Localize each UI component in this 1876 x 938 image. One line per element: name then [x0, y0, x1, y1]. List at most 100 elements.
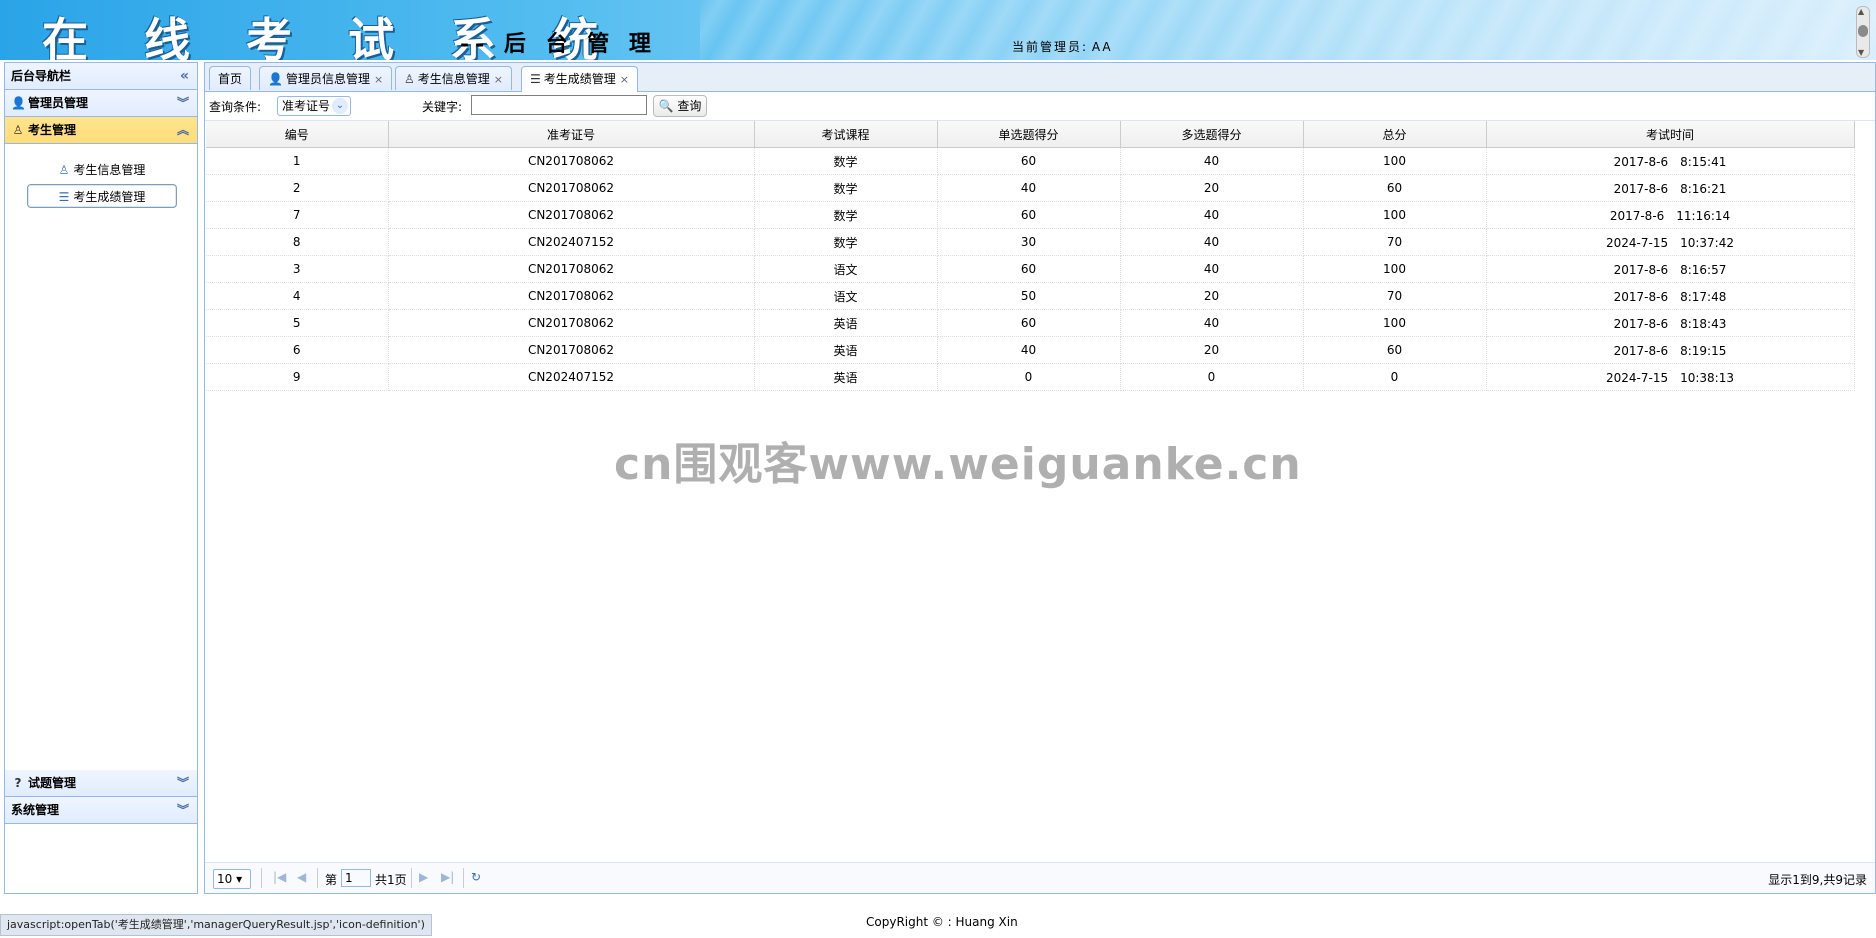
copyright-text: CopyRight © : Huang Xin — [866, 915, 1018, 929]
keyword-input[interactable] — [471, 95, 647, 115]
table-cell: 0 — [1120, 363, 1304, 391]
table-cell: 20 — [1120, 174, 1304, 202]
scores-table: 编号 准考证号 考试课程 单选题得分 多选题得分 总分 考试时间 1 CN2017… — [206, 121, 1855, 391]
user-icon: 👤 — [268, 72, 283, 86]
column-header-total[interactable]: 总分 — [1303, 121, 1487, 148]
banner-decoration — [700, 0, 1876, 60]
table-cell: 100 — [1303, 201, 1487, 229]
table-cell: CN201708062 — [388, 336, 755, 364]
table-cell: 6 — [206, 336, 389, 364]
table-cell: 数学 — [754, 174, 938, 202]
table-cell: 70 — [1303, 282, 1487, 310]
column-header-ticket[interactable]: 准考证号 — [388, 121, 755, 148]
table-row[interactable]: 4 CN201708062 语文 50 20 70 2017-8-6 8:17:48 — [206, 282, 1855, 310]
prev-page-icon[interactable]: ◀ — [297, 870, 306, 884]
query-condition-label: 查询条件: — [209, 100, 262, 114]
table-row[interactable]: 1 CN201708062 数学 60 40 100 2017-8-6 8:15:41 — [206, 147, 1855, 175]
table-cell: 英语 — [754, 309, 938, 337]
scroll-up-icon[interactable]: ▲ — [1858, 7, 1864, 16]
last-page-icon[interactable]: ▶| — [441, 870, 454, 884]
table-row[interactable]: 9 CN202407152 英语 0 0 0 2024-7-15 10:38:13 — [206, 363, 1855, 391]
sidebar-title: 后台导航栏 — [11, 69, 72, 83]
tab-student-scores[interactable]: ☰ 考生成绩管理 × — [521, 66, 638, 92]
page-number-input[interactable]: 1 — [341, 869, 371, 887]
pager-divider — [463, 868, 464, 888]
query-field-select[interactable]: 准考证号 ⌄ — [277, 96, 351, 116]
next-page-icon[interactable]: ▶ — [419, 870, 428, 884]
table-row[interactable]: 2 CN201708062 数学 40 20 60 2017-8-6 8:16:21 — [206, 174, 1855, 202]
chevron-down-icon[interactable]: ︾ — [177, 90, 189, 116]
refresh-icon[interactable]: ↻ — [471, 870, 481, 884]
table-cell: CN201708062 — [388, 201, 755, 229]
tab-label: 考生信息管理 — [417, 72, 490, 86]
table-row[interactable]: 5 CN201708062 英语 60 40 100 2017-8-6 8:18:43 — [206, 309, 1855, 337]
sidebar-header: 后台导航栏 « — [5, 63, 197, 90]
table-cell: 5 — [206, 309, 389, 337]
scroll-down-icon[interactable]: ▼ — [1858, 48, 1864, 57]
table-cell: 40 — [1120, 201, 1304, 229]
nav-section-label: 试题管理 — [28, 776, 77, 790]
table-row[interactable]: 7 CN201708062 数学 60 40 100 2017-8-6 11:16:14 — [206, 201, 1855, 229]
nav-section-system[interactable]: 系统管理 ︾ — [5, 797, 197, 824]
page-prefix: 第 — [325, 873, 338, 887]
pager-divider — [261, 868, 262, 888]
table-cell: 70 — [1303, 228, 1487, 256]
column-header-single[interactable]: 单选题得分 — [937, 121, 1121, 148]
table-cell: 2017-8-6 8:16:21 — [1486, 174, 1855, 202]
table-cell: 2024-7-15 10:38:13 — [1486, 363, 1855, 391]
column-header-course[interactable]: 考试课程 — [754, 121, 938, 148]
table-cell: CN201708062 — [388, 174, 755, 202]
chevron-down-icon[interactable]: ︾ — [177, 797, 189, 823]
chevron-up-icon[interactable]: ︽ — [177, 117, 189, 143]
help-icon: ? — [14, 776, 22, 790]
nav-section-students[interactable]: ♙ 考生管理 ︽ — [5, 117, 197, 144]
table-cell: 英语 — [754, 336, 938, 364]
nav-item-student-scores[interactable]: ☰ 考生成绩管理 — [27, 184, 177, 208]
table-cell: 2 — [206, 174, 389, 202]
nav-section-label: 系统管理 — [11, 803, 60, 817]
collapse-left-icon[interactable]: « — [180, 63, 189, 89]
table-row[interactable]: 6 CN201708062 英语 40 20 60 2017-8-6 8:19:15 — [206, 336, 1855, 364]
table-cell: 100 — [1303, 255, 1487, 283]
nav-section-admin[interactable]: 👤 管理员管理 ︾ — [5, 90, 197, 117]
table-cell: CN201708062 — [388, 282, 755, 310]
chevron-down-icon[interactable]: ⌄ — [332, 98, 348, 114]
column-header-id[interactable]: 编号 — [206, 121, 389, 148]
watermark: cn围观客www.weiguanke.cn — [614, 439, 1302, 490]
table-cell: 4 — [206, 282, 389, 310]
table-cell: 2017-8-6 8:18:43 — [1486, 309, 1855, 337]
column-header-multi[interactable]: 多选题得分 — [1120, 121, 1304, 148]
close-icon[interactable]: × — [494, 73, 503, 86]
definition-icon: ☰ — [58, 190, 70, 204]
tab-label: 首页 — [218, 72, 243, 86]
table-cell: 20 — [1120, 336, 1304, 364]
table-cell: 数学 — [754, 228, 938, 256]
nav-item-student-info[interactable]: ♙ 考生信息管理 — [27, 158, 177, 182]
nav-section-questions[interactable]: ? 试题管理 ︾ — [5, 770, 197, 797]
banner-scrollbar[interactable]: ▲ ▼ — [1856, 6, 1870, 58]
tab-home[interactable]: 首页 — [209, 66, 252, 90]
page-size-select[interactable]: 10 ▾ — [213, 869, 251, 889]
close-icon[interactable]: × — [374, 73, 383, 86]
column-header-time[interactable]: 考试时间 — [1486, 121, 1855, 148]
table-cell: 2017-8-6 11:16:14 — [1486, 201, 1855, 229]
students-icon: ♙ — [12, 123, 24, 137]
scroll-thumb[interactable] — [1858, 25, 1868, 37]
chevron-down-icon[interactable]: ︾ — [177, 770, 189, 796]
table-cell: 语文 — [754, 255, 938, 283]
tab-admin-info[interactable]: 👤 管理员信息管理 × — [259, 66, 393, 90]
first-page-icon[interactable]: |◀ — [273, 870, 286, 884]
current-admin-name: AA — [1091, 40, 1113, 54]
table-cell: 2017-8-6 8:19:15 — [1486, 336, 1855, 364]
close-icon[interactable]: × — [620, 73, 629, 86]
table-row[interactable]: 3 CN201708062 语文 60 40 100 2017-8-6 8:16:57 — [206, 255, 1855, 283]
pager-info: 显示1到9,共9记录 — [1768, 873, 1867, 887]
table-cell: 60 — [1303, 174, 1487, 202]
table-row[interactable]: 8 CN202407152 数学 30 40 70 2024-7-15 10:37:42 — [206, 228, 1855, 256]
tab-student-info[interactable]: ♙ 考生信息管理 × — [395, 66, 512, 90]
query-button[interactable]: 🔍 查询 — [653, 95, 707, 117]
table-cell: CN202407152 — [388, 228, 755, 256]
query-toolbar: 查询条件: 准考证号 ⌄ 关键字: 🔍 查询 — [205, 92, 1875, 121]
keyword-label: 关键字: — [422, 100, 463, 114]
students-icon: ♙ — [58, 163, 70, 177]
